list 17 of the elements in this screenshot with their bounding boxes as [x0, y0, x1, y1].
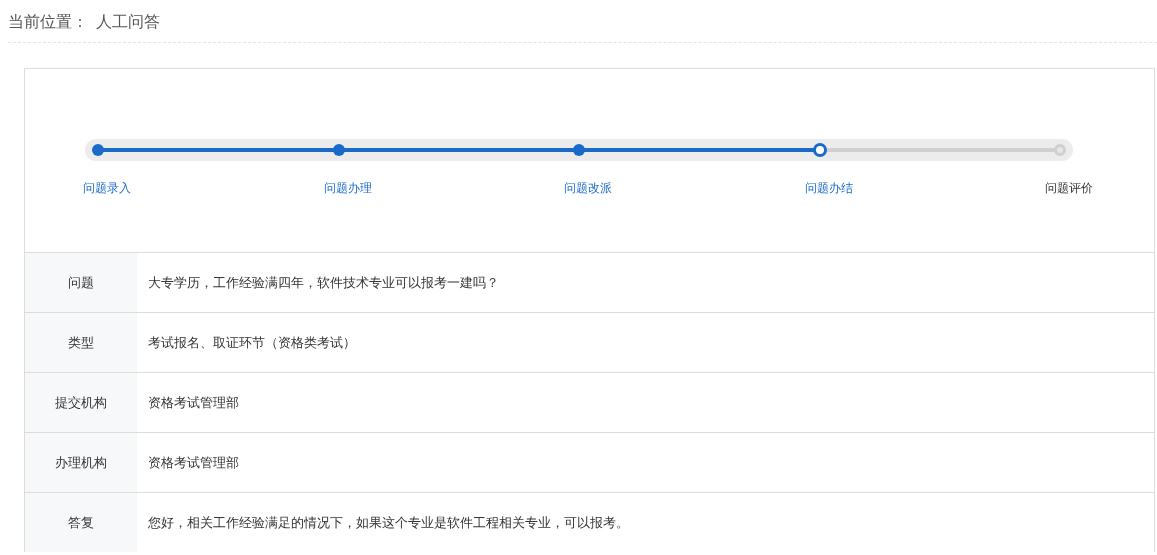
breadcrumb-label: 当前位置：	[8, 11, 88, 33]
field-label: 类型	[25, 313, 137, 372]
field-label: 办理机构	[25, 433, 137, 492]
step-label: 问题改派	[564, 180, 612, 197]
step-label: 问题录入	[83, 180, 131, 197]
step-label: 问题办理	[323, 180, 372, 197]
field-value: 考试报名、取证环节（资格类考试）	[147, 333, 357, 352]
field-label: 提交机构	[25, 373, 137, 432]
step-label: 问题评价	[1045, 180, 1093, 197]
field-value: 大专学历，工作经验满四年，软件技术专业可以报考一建吗？	[147, 273, 500, 292]
field-value: 资格考试管理部	[147, 393, 240, 412]
breadcrumb-current: 人工问答	[96, 11, 160, 33]
field-value: 您好，相关工作经验满足的情况下，如果这个专业是软件工程相关专业，可以报考。	[147, 513, 630, 532]
field-label: 问题	[25, 253, 137, 312]
field-label: 答复	[25, 493, 137, 552]
field-value: 资格考试管理部	[147, 453, 240, 472]
step-label: 问题办结	[804, 180, 853, 197]
